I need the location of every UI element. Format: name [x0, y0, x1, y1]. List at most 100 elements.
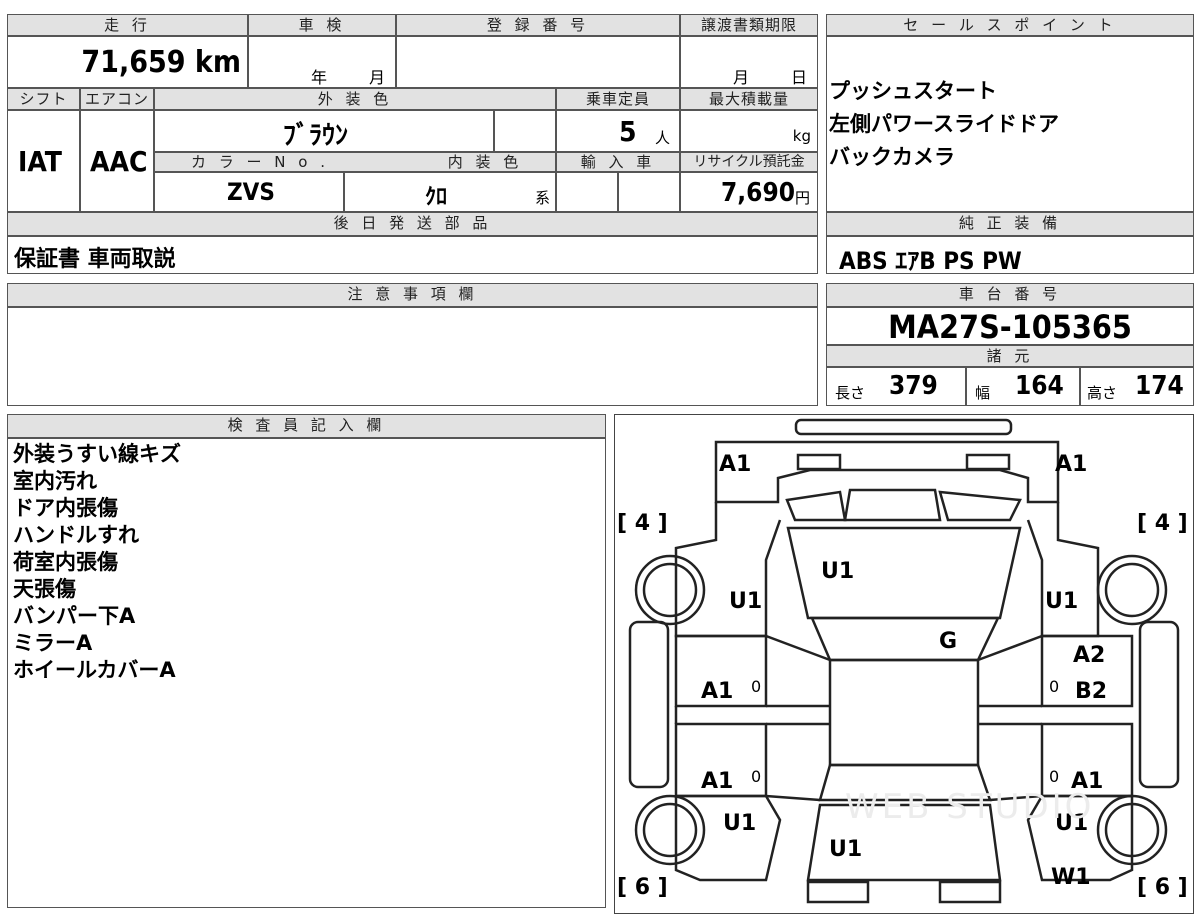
inspection-cell: 年 月: [248, 36, 396, 88]
shift-cell: IAT: [7, 110, 80, 212]
damage-label: U1: [723, 811, 757, 836]
watermark: WEB STUDIO: [845, 787, 1095, 827]
width-label: 幅: [975, 384, 991, 402]
tire-rear-right: [ 6 ]: [1137, 875, 1188, 900]
interior-color-cell: ｸﾛ 系: [344, 172, 556, 212]
import-cell-a: [556, 172, 618, 212]
specs-header: 諸 元: [826, 345, 1194, 367]
tread-marker: 0: [751, 767, 762, 786]
recycle-fee-unit: 円: [795, 189, 811, 207]
exterior-color-cell: ﾌﾞﾗｳﾝ: [154, 110, 494, 152]
damage-label: U1: [821, 559, 855, 584]
capacity-value: 5: [619, 115, 637, 148]
inspection-year-unit: 年: [311, 68, 328, 87]
aircon-header: エアコン: [80, 88, 154, 110]
color-no-interior-header-row: カ ラ ー N o . 内 装 色: [154, 152, 556, 172]
inspector-note-item: 荷室内張傷: [13, 550, 118, 574]
color-no-value: ZVS: [227, 178, 275, 206]
inspector-note-item: ミラーA: [13, 631, 93, 655]
wiper-left-shape: [784, 490, 846, 521]
vehicle-diagram-panel: A1 A1 U1 U1 U1 G A2 B2 A1 A1 A1 U1 U1 U1…: [614, 414, 1194, 914]
height-cell: 高さ 174: [1080, 367, 1194, 406]
damage-label: A1: [1055, 452, 1088, 477]
tread-marker: 0: [1049, 767, 1060, 786]
damage-label: G: [939, 629, 958, 654]
damage-label: A1: [701, 769, 734, 794]
mileage-value: 71,659 km: [81, 45, 241, 80]
damage-label: A1: [701, 679, 734, 704]
damage-label: U1: [1045, 589, 1079, 614]
wheel-front-right-shape: [1096, 554, 1167, 625]
cowl-shape: [843, 488, 941, 521]
standard-equipment-cell: ABS ｴｱB PS PW: [826, 236, 1194, 275]
width-value: 164: [1015, 371, 1064, 401]
max-load-unit: kg: [792, 127, 811, 145]
import-header: 輸 入 車: [556, 152, 680, 172]
transfer-deadline-header: 譲渡書類期限: [680, 14, 818, 36]
aircon-cell: AAC: [80, 110, 154, 212]
notes-cell: [7, 307, 818, 406]
exterior-color-header: 外 装 色: [154, 88, 556, 110]
import-cell-b: [618, 172, 680, 212]
tire-front-right: [ 4 ]: [1137, 511, 1188, 536]
registration-cell: [396, 36, 680, 88]
damage-label: A2: [1073, 643, 1106, 668]
inspector-note-item: 室内汚れ: [13, 469, 97, 493]
inspection-header: 車 検: [248, 14, 396, 36]
later-parts-value: 保証書 車両取説: [14, 247, 176, 272]
later-parts-header: 後 日 発 送 部 品: [7, 212, 818, 236]
interior-color-header: 内 装 色: [447, 153, 523, 171]
damage-label: U1: [729, 589, 763, 614]
deadline-day-unit: 日: [791, 68, 808, 87]
height-value: 174: [1135, 371, 1184, 401]
wiper-right-shape: [937, 490, 1022, 521]
shift-value: IAT: [18, 145, 62, 178]
notes-header: 注 意 事 項 欄: [7, 283, 818, 307]
recycle-fee-cell: 7,690 円: [680, 172, 818, 212]
inspector-note-item: 外装うすい線キズ: [13, 442, 181, 466]
inspector-note-item: バンパー下A: [13, 604, 136, 628]
aircon-value: AAC: [90, 145, 148, 178]
inspector-notes-cell: 外装うすい線キズ 室内汚れ ドア内張傷 ハンドルすれ 荷室内張傷 天張傷 バンパ…: [7, 438, 606, 908]
front-bumper-shape: [794, 418, 1012, 435]
capacity-header: 乗車定員: [556, 88, 680, 110]
mileage-cell: 71,659 km: [7, 36, 248, 88]
damage-label: U1: [829, 837, 863, 862]
sales-point-item: バックカメラ: [829, 145, 955, 169]
right-mirror-bumper-shape: [1138, 620, 1179, 788]
inspector-note-item: ホイールカバーA: [13, 658, 176, 682]
recycle-fee-value: 7,690: [721, 178, 795, 208]
sales-point-header: セ ー ル ス ポ イ ン ト: [826, 14, 1194, 36]
vehicle-diagram-svg: [628, 418, 1179, 903]
tread-marker: 0: [751, 677, 762, 696]
inspector-note-item: ドア内張傷: [13, 496, 118, 520]
damage-label: W1: [1051, 865, 1091, 890]
sales-point-item: プッシュスタート: [829, 79, 997, 103]
chassis-no-value: MA27S-105365: [888, 308, 1132, 346]
capacity-unit: 人: [655, 129, 671, 147]
length-value: 379: [889, 371, 938, 401]
right-front-fender-shape: [1026, 501, 1099, 637]
exterior-color-value: ﾌﾞﾗｳﾝ: [283, 121, 349, 151]
rear-bumper-right-shape: [938, 880, 1001, 903]
width-cell: 幅 164: [966, 367, 1080, 406]
inspector-note-item: ハンドルすれ: [13, 523, 139, 547]
standard-equipment-value: ABS ｴｱB PS PW: [839, 247, 1022, 275]
interior-color-suffix: 系: [535, 189, 551, 207]
interior-color-value: ｸﾛ: [425, 185, 448, 210]
chassis-no-cell: MA27S-105365: [826, 307, 1194, 346]
wheel-rear-left-shape: [634, 794, 705, 865]
transfer-deadline-cell: 月 日: [680, 36, 818, 88]
chassis-no-header: 車 台 番 号: [826, 283, 1194, 307]
standard-equipment-header: 純 正 装 備: [826, 212, 1194, 236]
length-cell: 長さ 379: [826, 367, 966, 406]
deadline-month-unit: 月: [733, 68, 750, 87]
height-label: 高さ: [1087, 384, 1118, 402]
recycle-fee-header: リサイクル預託金: [680, 152, 818, 172]
color-no-cell: ZVS: [154, 172, 344, 212]
max-load-cell: kg: [680, 110, 818, 152]
damage-label: B2: [1075, 679, 1108, 704]
max-load-header: 最大積載量: [680, 88, 818, 110]
inspector-notes-header: 検 査 員 記 入 欄: [7, 414, 606, 438]
shift-header: シフト: [7, 88, 80, 110]
